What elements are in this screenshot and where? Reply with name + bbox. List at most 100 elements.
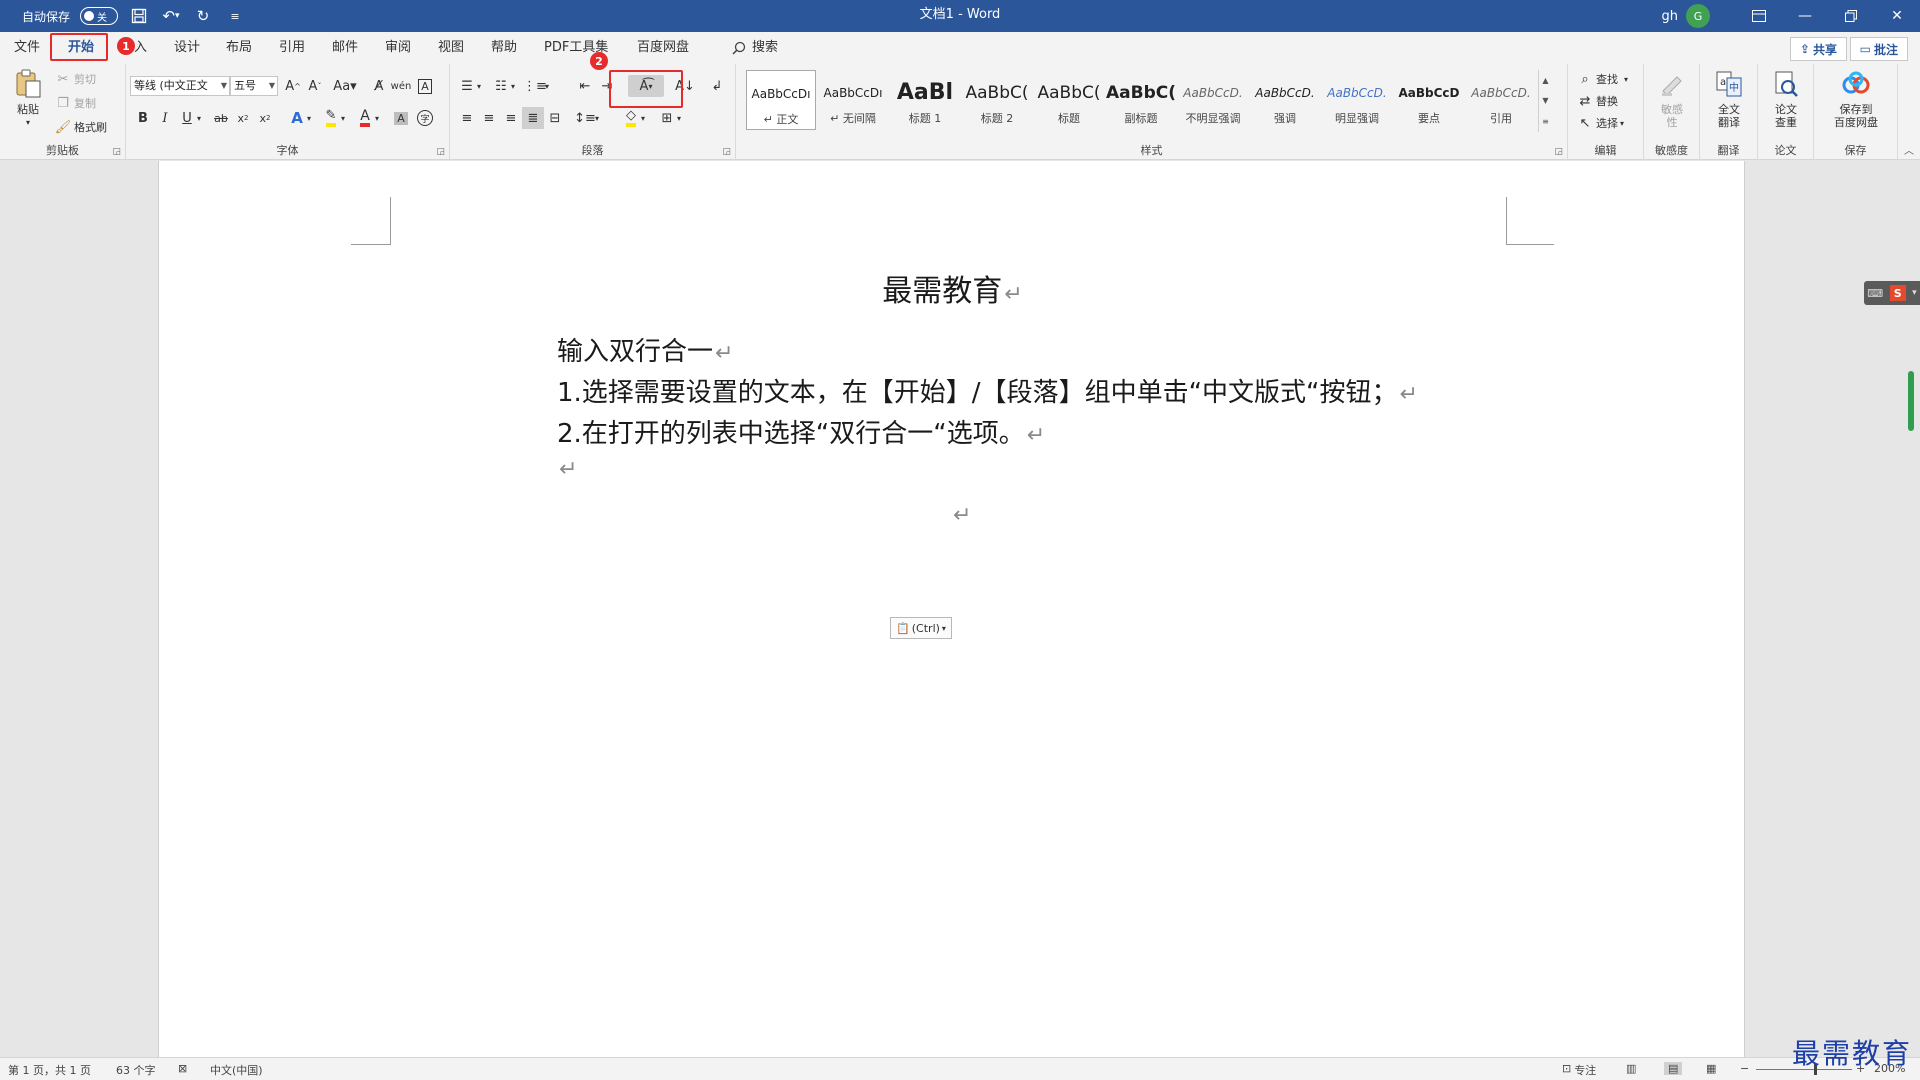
share-button[interactable]: ⇪ 共享 [1789, 37, 1847, 61]
subscript-icon[interactable]: x2 [232, 107, 254, 129]
save-to-baidu-button[interactable]: 保存到 百度网盘 [1820, 68, 1892, 129]
shading-dropdown-icon[interactable]: ▾ [638, 107, 648, 129]
style-normal[interactable]: AaBbCcDı ↵ 正文 [746, 70, 816, 130]
cut-button[interactable]: ✂ 剪切 [54, 70, 96, 88]
ribbon-display-options-icon[interactable] [1736, 0, 1782, 32]
distributed-icon[interactable]: ⊟ [544, 107, 566, 129]
gallery-more-icon[interactable]: ≡ [1542, 117, 1549, 126]
copy-button[interactable]: ❐ 复制 [54, 94, 96, 112]
styles-launcher-icon[interactable]: ◲ [1554, 147, 1563, 157]
tab-layout[interactable]: 布局 [218, 36, 260, 60]
tab-design[interactable]: 设计 [166, 36, 208, 60]
justify-icon[interactable]: ≣ [522, 107, 544, 129]
paste-button[interactable]: 粘贴 ▾ [10, 68, 46, 129]
read-mode-icon[interactable]: ▥ [1626, 1062, 1636, 1075]
style-title[interactable]: AaBbC(标题 [1034, 70, 1104, 130]
document-page[interactable]: 最需教育↵ 输入双行合一↵ 1.选择需要设置的文本，在【开始】/【段落】组中单击… [158, 161, 1745, 1057]
line-spacing-dropdown-icon[interactable]: ▾ [592, 107, 602, 129]
tab-view[interactable]: 视图 [430, 36, 472, 60]
select-button[interactable]: ↖ 选择 ▾ [1576, 114, 1624, 132]
sogou-ime-icon[interactable]: S [1889, 285, 1906, 301]
collapse-ribbon-icon[interactable]: ︿ [1904, 142, 1914, 157]
gallery-down-icon[interactable]: ▼ [1542, 96, 1548, 105]
focus-mode-button[interactable]: ⊡ 专注 [1562, 1062, 1596, 1078]
clear-formatting-icon[interactable]: A̸ [368, 75, 390, 97]
zoom-out-icon[interactable]: − [1740, 1062, 1749, 1075]
text-effects-dropdown-icon[interactable]: ▾ [304, 107, 314, 129]
bold-icon[interactable]: B [132, 107, 154, 129]
underline-dropdown-icon[interactable]: ▾ [194, 107, 204, 129]
strikethrough-icon[interactable]: ab [210, 107, 232, 129]
toolbar-dropdown-icon[interactable]: ▾ [1912, 288, 1917, 298]
character-shading-icon[interactable]: A [390, 107, 412, 129]
font-color-dropdown-icon[interactable]: ▾ [372, 107, 382, 129]
close-icon[interactable]: ✕ [1874, 0, 1920, 32]
paragraph-launcher-icon[interactable]: ◲ [722, 147, 731, 157]
user-name[interactable]: gh [1662, 9, 1679, 24]
document-title[interactable]: 最需教育↵ [159, 266, 1746, 310]
comments-button[interactable]: ▭ 批注 [1849, 37, 1908, 61]
minimize-icon[interactable]: — [1782, 0, 1828, 32]
doc-line-1[interactable]: 输入双行合一↵ [557, 331, 733, 368]
floating-toolbar[interactable]: ⌨ S ▾ [1864, 281, 1920, 305]
numbering-dropdown-icon[interactable]: ▾ [508, 75, 518, 97]
sensitivity-button[interactable]: 敏感 性 [1648, 68, 1696, 129]
paste-options-button[interactable]: 📋 (Ctrl) ▾ [890, 617, 952, 639]
show-formatting-marks-icon[interactable]: ↲ [706, 75, 728, 97]
tab-references[interactable]: 引用 [271, 36, 313, 60]
style-subtle-emphasis[interactable]: AaBbCcD. 不明显强调 [1178, 70, 1248, 130]
enclose-characters-icon[interactable]: 字 [414, 107, 436, 129]
proofing-icon[interactable]: ⊠ [178, 1062, 187, 1075]
font-name-combo[interactable]: 等线 (中文正文 ▼ [130, 76, 230, 96]
align-center-icon[interactable]: ≡ [478, 107, 500, 129]
shrink-font-icon[interactable]: Aˇ [304, 75, 326, 97]
grow-font-icon[interactable]: A ^ [282, 75, 304, 97]
restore-icon[interactable] [1828, 0, 1874, 32]
word-count[interactable]: 63 个字 [116, 1062, 156, 1078]
tab-mailings[interactable]: 邮件 [324, 36, 366, 60]
decrease-indent-icon[interactable]: ⇤ [574, 75, 596, 97]
page-count[interactable]: 第 1 页，共 1 页 [8, 1062, 91, 1078]
web-layout-icon[interactable]: ▦ [1706, 1062, 1716, 1075]
find-button[interactable]: ⌕ 查找 ▾ [1576, 70, 1628, 88]
paper-check-button[interactable]: 论文 查重 [1762, 68, 1810, 129]
style-heading-2[interactable]: AaBbC(标题 2 [962, 70, 1032, 130]
search-box[interactable]: 搜索 [724, 36, 786, 60]
style-no-spacing[interactable]: AaBbCcDı ↵ 无间隔 [818, 70, 888, 130]
keyboard-icon[interactable]: ⌨ [1867, 287, 1883, 300]
font-launcher-icon[interactable]: ◲ [436, 147, 445, 157]
vertical-scrollbar[interactable] [1908, 371, 1914, 431]
doc-line-2[interactable]: 1.选择需要设置的文本，在【开始】/【段落】组中单击“中文版式“按钮；↵ [557, 372, 1418, 409]
replace-button[interactable]: ⇄ 替换 [1576, 92, 1618, 110]
style-intense-emphasis[interactable]: AaBbCcD. 明显强调 [1322, 70, 1392, 130]
redo-icon[interactable]: ↻ [192, 5, 214, 27]
doc-line-5[interactable]: ↵ [951, 499, 971, 529]
autosave-toggle[interactable]: 关 [80, 7, 119, 25]
undo-dropdown-icon[interactable]: ▾ [175, 11, 180, 21]
phonetic-guide-icon[interactable]: wén [390, 75, 412, 97]
avatar[interactable]: G [1686, 4, 1710, 28]
character-border-icon[interactable]: A [414, 75, 436, 97]
full-text-translate-button[interactable]: a中 全文 翻译 [1705, 68, 1753, 129]
style-heading-1[interactable]: AaBl 标题 1 [890, 70, 960, 130]
tab-baidu-netdisk[interactable]: 百度网盘 [629, 36, 697, 60]
superscript-icon[interactable]: x2 [254, 107, 276, 129]
tab-review[interactable]: 审阅 [377, 36, 419, 60]
italic-icon[interactable]: I [154, 107, 176, 129]
borders-dropdown-icon[interactable]: ▾ [674, 107, 684, 129]
print-layout-icon[interactable]: ▤ [1664, 1062, 1683, 1075]
font-size-combo[interactable]: 五号 ▼ [230, 76, 278, 96]
doc-line-3[interactable]: 2.在打开的列表中选择“双行合一“选项。↵ [557, 413, 1045, 450]
format-painter-button[interactable]: 🖌 格式刷 [54, 118, 107, 136]
gallery-up-icon[interactable]: ▲ [1542, 76, 1548, 85]
highlight-dropdown-icon[interactable]: ▾ [338, 107, 348, 129]
style-strong[interactable]: AaBbCcD 要点 [1394, 70, 1464, 130]
style-emphasis[interactable]: AaBbCcD. 强调 [1250, 70, 1320, 130]
customize-toolbar-icon[interactable]: ≡ [224, 5, 246, 27]
paste-dropdown-icon[interactable]: ▾ [10, 116, 46, 129]
change-case-icon[interactable]: Aa▾ [330, 75, 360, 97]
styles-gallery-scroll[interactable]: ▲ ▼ ≡ [1538, 70, 1552, 132]
undo-icon[interactable]: ↶ ▾ [160, 5, 182, 27]
doc-line-4[interactable]: ↵ [557, 453, 577, 483]
align-right-icon[interactable]: ≡ [500, 107, 522, 129]
